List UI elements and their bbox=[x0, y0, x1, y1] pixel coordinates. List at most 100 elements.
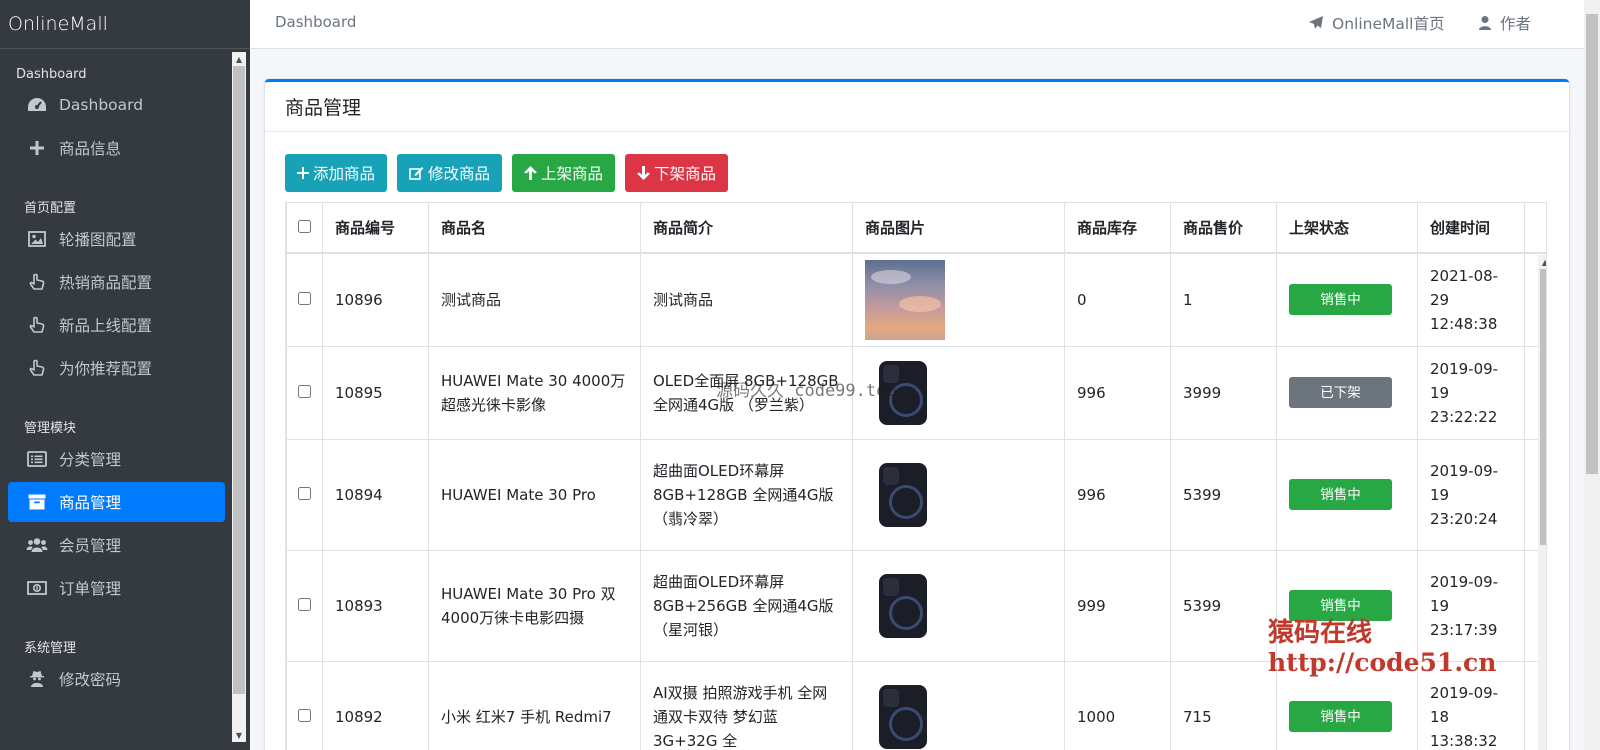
status-cell: 销售中 bbox=[1276, 438, 1418, 551]
toolbar: 添加商品 修改商品 上架商品 下架商品 bbox=[285, 154, 738, 192]
column-header[interactable]: 商品库存 bbox=[1064, 203, 1171, 254]
product-image-cell bbox=[852, 438, 1065, 551]
page-scrollbar[interactable] bbox=[1584, 0, 1600, 750]
sidebar-item-0-1[interactable]: 商品信息 bbox=[8, 128, 225, 168]
product-intro: AI双摄 拍照游戏手机 全网通双卡双待 梦幻蓝 3G+32G 全 bbox=[640, 660, 853, 750]
created-date: 2019-09-19 bbox=[1430, 461, 1499, 504]
column-header[interactable]: 创建时间 bbox=[1417, 203, 1525, 254]
created-date: 2019-09-19 bbox=[1430, 359, 1499, 402]
list-icon bbox=[26, 448, 48, 470]
product-image-cell bbox=[852, 660, 1065, 750]
table-row[interactable]: 10896 测试商品 测试商品 0 1 销售中 2021-08-29 12:48:… bbox=[286, 252, 1546, 347]
product-id: 10893 bbox=[322, 549, 429, 662]
column-header[interactable]: 上架状态 bbox=[1276, 203, 1418, 254]
product-stock: 999 bbox=[1064, 549, 1171, 662]
created-clock: 23:22:22 bbox=[1430, 407, 1498, 426]
off-shelf-label: 下架商品 bbox=[654, 166, 717, 183]
row-checkbox[interactable] bbox=[298, 486, 311, 500]
row-select-cell bbox=[286, 252, 323, 347]
sidebar-scrollbar-thumb[interactable] bbox=[233, 66, 245, 694]
product-thumbnail[interactable] bbox=[879, 684, 927, 749]
product-image-cell bbox=[852, 549, 1065, 662]
brand-logo[interactable]: OnlineMall bbox=[0, 0, 250, 49]
page-scrollbar-thumb[interactable] bbox=[1586, 14, 1598, 474]
product-intro: 测试商品 bbox=[640, 252, 853, 347]
sidebar-item-1-2[interactable]: 新品上线配置 bbox=[8, 305, 225, 345]
table-row[interactable]: 10894 HUAWEI Mate 30 Pro 超曲面OLED环幕屏 8GB+… bbox=[286, 438, 1546, 551]
status-badge: 销售中 bbox=[1289, 284, 1392, 316]
column-header[interactable]: 商品名 bbox=[428, 203, 641, 254]
product-id: 10896 bbox=[322, 252, 429, 347]
home-link-label: OnlineMall首页 bbox=[1332, 15, 1445, 33]
column-header[interactable]: 商品简介 bbox=[640, 203, 853, 254]
add-product-button[interactable]: 添加商品 bbox=[285, 154, 388, 192]
product-stock: 996 bbox=[1064, 345, 1171, 440]
product-thumbnail[interactable] bbox=[865, 259, 945, 340]
sidebar-item-label: 修改密码 bbox=[59, 671, 122, 689]
sidebar: OnlineMall Dashboard Dashboard 商品信息 首页配置… bbox=[0, 0, 250, 750]
sidebar-item-2-0[interactable]: 分类管理 bbox=[8, 439, 225, 479]
row-select-cell bbox=[286, 438, 323, 551]
product-price: 3999 bbox=[1170, 345, 1277, 440]
select-all-cell bbox=[286, 203, 323, 254]
plus-icon bbox=[26, 137, 48, 159]
table-scrollbar[interactable]: ▲ bbox=[1538, 255, 1546, 750]
created-time: 2019-09-19 23:17:39 bbox=[1417, 549, 1525, 662]
row-checkbox[interactable] bbox=[298, 384, 311, 398]
sidebar-item-2-3[interactable]: 订单管理 bbox=[8, 568, 225, 608]
sidebar-nav: Dashboard Dashboard 商品信息 首页配置 轮播图配置 热销商品… bbox=[0, 50, 250, 750]
column-header[interactable]: 商品编号 bbox=[322, 203, 429, 254]
table-row[interactable]: 10895 HUAWEI Mate 30 4000万超感光徕卡影像 OLED全面… bbox=[286, 345, 1546, 440]
nav-header: Dashboard bbox=[16, 67, 87, 82]
sidebar-item-label: 订单管理 bbox=[59, 580, 122, 598]
row-checkbox[interactable] bbox=[298, 708, 311, 722]
status-badge: 已下架 bbox=[1289, 377, 1392, 408]
status-cell: 已下架 bbox=[1276, 345, 1418, 440]
image-icon bbox=[26, 228, 48, 250]
money-icon bbox=[26, 577, 48, 599]
edit-product-label: 修改商品 bbox=[428, 166, 491, 183]
home-link[interactable]: OnlineMall首页 bbox=[1308, 12, 1444, 34]
column-header[interactable]: 商品售价 bbox=[1170, 203, 1277, 254]
table-scrollbar-thumb[interactable] bbox=[1540, 269, 1546, 545]
sidebar-item-1-1[interactable]: 热销商品配置 bbox=[8, 262, 225, 302]
edit-product-button[interactable]: 修改商品 bbox=[397, 154, 503, 192]
column-header[interactable]: 商品图片 bbox=[852, 203, 1065, 254]
scroll-up-arrow-icon[interactable]: ▲ bbox=[1538, 255, 1546, 269]
sidebar-item-1-3[interactable]: 为你推荐配置 bbox=[8, 348, 225, 388]
arrow-down-icon bbox=[637, 166, 651, 180]
sidebar-item-0-0[interactable]: Dashboard bbox=[8, 85, 225, 125]
row-checkbox[interactable] bbox=[298, 597, 311, 611]
created-date: 2021-08-29 bbox=[1430, 266, 1499, 309]
scroll-down-arrow-icon[interactable]: ▼ bbox=[232, 728, 246, 742]
off-shelf-button[interactable]: 下架商品 bbox=[625, 154, 729, 192]
product-name: HUAWEI Mate 30 4000万超感光徕卡影像 bbox=[428, 345, 641, 440]
product-thumbnail[interactable] bbox=[879, 462, 927, 527]
product-price: 5399 bbox=[1170, 438, 1277, 551]
sidebar-item-label: 为你推荐配置 bbox=[59, 360, 153, 378]
sidebar-item-2-2[interactable]: 会员管理 bbox=[8, 525, 225, 565]
sidebar-item-3-0[interactable]: 修改密码 bbox=[8, 659, 225, 699]
watermark-corner-title: 猿码在线 bbox=[1268, 618, 1373, 648]
sidebar-item-1-0[interactable]: 轮播图配置 bbox=[8, 219, 225, 259]
plus-icon bbox=[297, 167, 309, 179]
watermark-center: 源码久久 code99.top bbox=[716, 381, 897, 401]
sidebar-item-label: 分类管理 bbox=[59, 451, 122, 469]
product-thumbnail[interactable] bbox=[879, 573, 927, 638]
scroll-up-arrow-icon[interactable]: ▲ bbox=[232, 52, 246, 66]
product-price: 5399 bbox=[1170, 549, 1277, 662]
product-image-cell bbox=[852, 252, 1065, 347]
sidebar-item-label: 商品管理 bbox=[59, 494, 122, 512]
row-checkbox[interactable] bbox=[298, 291, 311, 305]
created-clock: 23:20:24 bbox=[1430, 509, 1498, 528]
breadcrumb[interactable]: Dashboard bbox=[275, 13, 356, 31]
hand-pointer-icon bbox=[26, 314, 48, 336]
product-price: 1 bbox=[1170, 252, 1277, 347]
on-shelf-button[interactable]: 上架商品 bbox=[512, 154, 616, 192]
table-header-row: 商品编号 商品名 商品简介 商品图片 商品库存 商品售价 上架状态 创建时间 bbox=[286, 203, 1546, 254]
author-link[interactable]: 作者 bbox=[1478, 12, 1531, 34]
select-all-checkbox[interactable] bbox=[298, 219, 311, 233]
row-select-cell bbox=[286, 345, 323, 440]
sidebar-scrollbar[interactable]: ▲ ▼ bbox=[232, 52, 246, 742]
sidebar-item-2-1[interactable]: 商品管理 bbox=[8, 482, 225, 522]
